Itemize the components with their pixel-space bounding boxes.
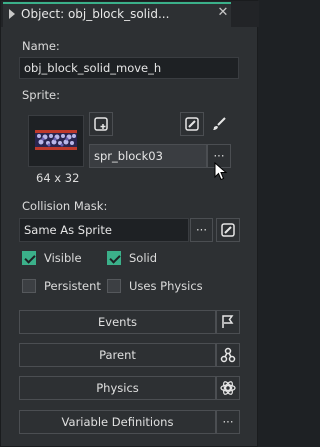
brush-icon [213,117,226,130]
uses-physics-label: Uses Physics [129,279,203,293]
name-field[interactable]: obj_block_solid_move_h [19,57,239,79]
edit-sprite-button[interactable] [180,112,204,136]
sprite-label: Sprite: [22,88,60,102]
edit-sprite-icon [185,117,199,131]
visible-checkbox[interactable] [22,251,36,265]
visible-label: Visible [44,251,82,265]
collision-mask-more-button[interactable]: ··· [190,218,213,242]
close-icon[interactable]: ✕ [216,6,230,20]
events-button[interactable]: Events [19,310,216,334]
hierarchy-icon [220,347,236,363]
new-sprite-icon [94,117,108,131]
physics-icon-button[interactable] [216,376,240,400]
persistent-checkbox[interactable] [22,279,36,293]
new-sprite-button[interactable] [89,112,113,136]
title-bar: Object: obj_block_solid... ✕ [1,1,259,27]
edit-mask-icon [221,223,235,237]
parent-icon-button[interactable] [216,343,240,367]
gear-icon [220,381,236,395]
sprite-select[interactable]: spr_block03 [89,144,207,168]
solid-checkbox[interactable] [107,251,121,265]
sprite-brush-button[interactable] [207,112,231,136]
object-editor-panel: Object: obj_block_solid... ✕ Name: obj_b… [0,0,259,447]
collision-mask-label: Collision Mask: [22,199,108,213]
sprite-preview[interactable] [28,115,84,167]
sprite-size: 64 x 32 [36,171,80,185]
sprite-thumbnail [35,130,77,150]
solid-label: Solid [129,251,158,265]
physics-button[interactable]: Physics [19,376,216,400]
uses-physics-checkbox[interactable] [107,279,121,293]
edit-mask-button[interactable] [216,218,240,242]
name-label: Name: [22,39,60,53]
chevron-right-icon[interactable] [9,9,15,19]
persistent-label: Persistent [44,279,101,293]
variable-definitions-button[interactable]: Variable Definitions [19,410,216,434]
collision-mask-select[interactable]: Same As Sprite [19,218,189,242]
tab-title: Object: obj_block_solid... [21,7,170,21]
variable-definitions-more-button[interactable]: ··· [216,410,240,434]
parent-button[interactable]: Parent [19,343,216,367]
mouse-cursor-icon [214,162,228,181]
flag-icon [222,315,234,328]
object-tab[interactable]: Object: obj_block_solid... ✕ [3,2,231,27]
events-icon-button[interactable] [216,310,240,334]
